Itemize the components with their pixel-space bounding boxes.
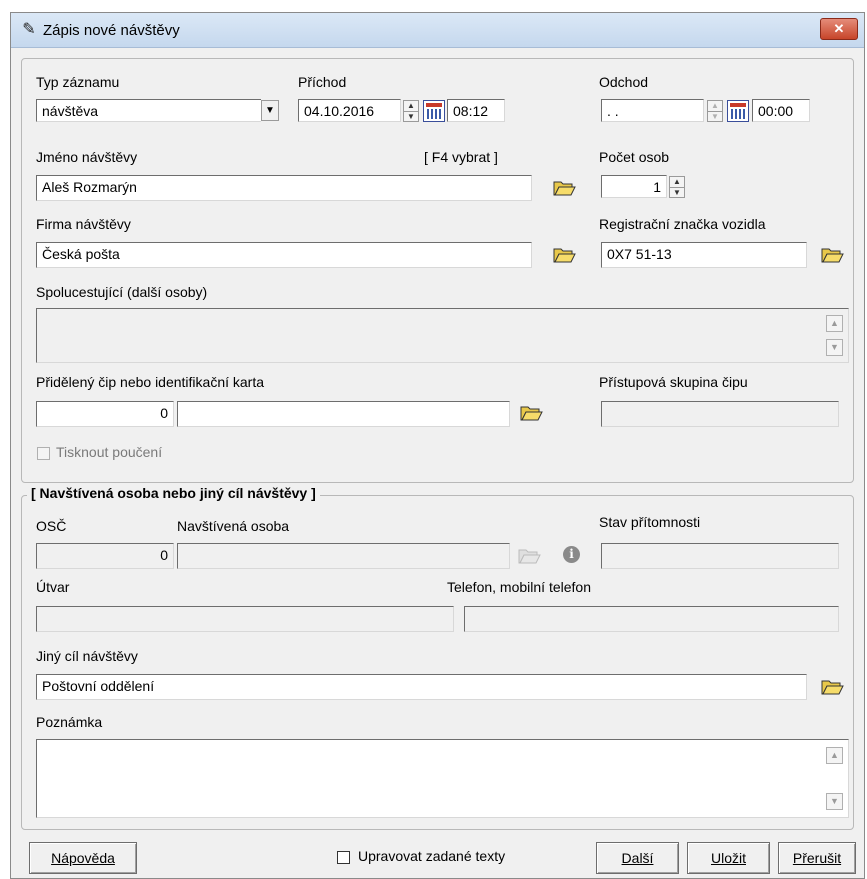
person-count-label: Počet osob: [599, 149, 670, 165]
type-label: Typ záznamu: [36, 74, 120, 90]
companions-label: Spolucestující (další osoby): [36, 284, 208, 300]
dialog-window: ✎ Zápis nové návštěvy ✕ Typ záznamu návš…: [10, 12, 865, 879]
calendar-icon[interactable]: [423, 100, 445, 122]
departure-time-input[interactable]: 00:00: [752, 99, 810, 122]
help-button[interactable]: Nápověda: [29, 842, 137, 874]
window-title: Zápis nové návštěvy: [43, 22, 180, 39]
spin-down-icon[interactable]: ▼: [708, 111, 722, 122]
close-button[interactable]: ✕: [820, 18, 858, 40]
visitor-name-label: Jméno návštěvy: [36, 149, 138, 165]
edit-texts-label: Upravovat zadané texty: [358, 848, 506, 864]
visited-person-field: [177, 543, 510, 569]
visitor-name-hint: [ F4 vybrat ]: [424, 149, 498, 165]
scroll-down-button[interactable]: ▼: [826, 793, 843, 810]
presence-field: [601, 543, 839, 569]
osc-label: OSČ: [36, 518, 67, 534]
person-count-spinner[interactable]: ▲ ▼: [669, 176, 685, 198]
save-button[interactable]: Uložit: [687, 842, 770, 874]
calendar-icon[interactable]: [727, 100, 749, 122]
spin-up-icon[interactable]: ▲: [670, 177, 684, 187]
arrival-label: Příchod: [298, 74, 347, 90]
plate-label: Registrační značka vozidla: [599, 216, 766, 232]
plate-input[interactable]: 0X7 51-13: [601, 242, 807, 268]
osc-field: 0: [36, 543, 174, 569]
spin-down-icon[interactable]: ▼: [670, 187, 684, 198]
chevron-down-icon[interactable]: ▼: [261, 100, 279, 121]
other-target-input[interactable]: Poštovní oddělení: [36, 674, 807, 700]
person-count-input[interactable]: 1: [601, 175, 667, 198]
scroll-up-button[interactable]: ▲: [826, 747, 843, 764]
note-textarea[interactable]: [36, 739, 849, 818]
folder-open-icon[interactable]: [519, 403, 543, 423]
folder-open-icon[interactable]: [820, 677, 844, 697]
scroll-up-button[interactable]: ▲: [826, 315, 843, 332]
folder-open-icon[interactable]: [552, 178, 576, 198]
departure-date-input[interactable]: . .: [601, 99, 704, 122]
print-instructions-checkbox[interactable]: [37, 447, 50, 460]
print-instructions-label: Tisknout poučení: [56, 444, 163, 460]
company-label: Firma návštěvy: [36, 216, 131, 232]
other-target-label: Jiný cíl návštěvy: [36, 648, 138, 664]
edit-texts-checkbox[interactable]: [337, 851, 350, 864]
companions-textarea[interactable]: [36, 308, 849, 363]
pen-icon: ✎: [22, 21, 36, 38]
visited-person-label: Navštívená osoba: [177, 518, 290, 534]
type-select[interactable]: návštěva: [36, 99, 261, 122]
spin-down-icon[interactable]: ▼: [404, 111, 418, 122]
visitor-name-input[interactable]: Aleš Rozmarýn: [36, 175, 532, 201]
spin-up-icon[interactable]: ▲: [708, 101, 722, 111]
departure-label: Odchod: [599, 74, 649, 90]
next-button[interactable]: Další: [596, 842, 679, 874]
scroll-down-button[interactable]: ▼: [826, 339, 843, 356]
target-section-title: [ Navštívená osoba nebo jiný cíl návštěv…: [27, 485, 320, 501]
arrival-time-input[interactable]: 08:12: [447, 99, 505, 122]
presence-label: Stav přítomnosti: [599, 514, 701, 530]
info-icon: i: [563, 546, 580, 563]
company-input[interactable]: Česká pošta: [36, 242, 532, 268]
chip-label: Přidělený čip nebo identifikační karta: [36, 374, 265, 390]
arrival-date-spinner[interactable]: ▲ ▼: [403, 100, 419, 122]
folder-open-icon[interactable]: [820, 245, 844, 265]
arrival-date-input[interactable]: 04.10.2016: [298, 99, 401, 122]
access-group-field: [601, 401, 839, 427]
note-label: Poznámka: [36, 714, 103, 730]
spin-up-icon[interactable]: ▲: [404, 101, 418, 111]
folder-open-icon: [518, 549, 541, 564]
phone-label: Telefon, mobilní telefon: [447, 579, 591, 595]
departure-date-spinner[interactable]: ▲ ▼: [707, 100, 723, 122]
unit-label: Útvar: [36, 579, 70, 595]
cancel-button[interactable]: Přerušit: [778, 842, 856, 874]
chip-number-input[interactable]: 0: [36, 401, 174, 427]
chip-text-input[interactable]: [177, 401, 510, 427]
folder-open-icon[interactable]: [552, 245, 576, 265]
access-group-label: Přístupová skupina čipu: [599, 374, 748, 390]
phone-field: [464, 606, 839, 632]
unit-field: [36, 606, 454, 632]
title-bar[interactable]: ✎ Zápis nové návštěvy ✕: [11, 13, 864, 48]
